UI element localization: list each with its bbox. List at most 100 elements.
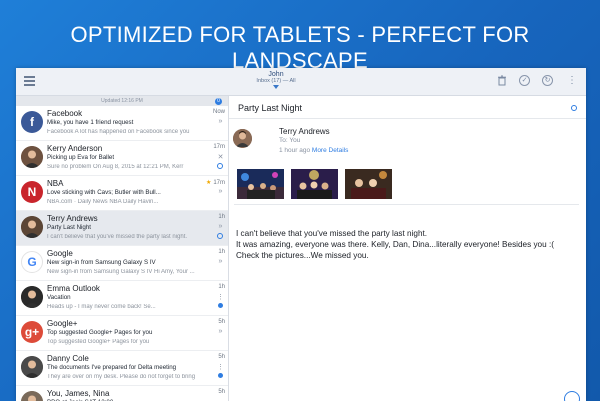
avatar-letter: f bbox=[30, 115, 34, 129]
more-details-link[interactable]: More Details bbox=[312, 147, 348, 154]
time-text: 5h bbox=[218, 354, 225, 360]
timestamp: 17m bbox=[213, 144, 225, 150]
avatar[interactable]: G bbox=[21, 251, 43, 273]
divider bbox=[234, 204, 579, 205]
unread-toggle-icon[interactable] bbox=[571, 105, 577, 111]
to-value: You bbox=[289, 137, 301, 144]
time-ago: 1 hour ago bbox=[279, 147, 311, 154]
avatar[interactable]: g+ bbox=[21, 321, 43, 343]
subject: Love sticking with Cavs; Butler with Bul… bbox=[47, 189, 161, 196]
unread-dot-icon[interactable] bbox=[218, 303, 223, 308]
time-text: Now bbox=[212, 109, 225, 115]
body-line: It was amazing, everyone was there. Kell… bbox=[236, 240, 554, 249]
row-action-icon[interactable]: ⋮ bbox=[217, 293, 224, 301]
preview: Heads up - I may never come back! Se... bbox=[47, 304, 156, 310]
avatar[interactable] bbox=[21, 286, 43, 308]
list-item[interactable]: f Facebook Mike, you have 1 friend request… bbox=[16, 106, 228, 141]
sender-name: Google+ bbox=[47, 319, 78, 328]
preview: New sign-in from Samsung Galaxy S IV Hi … bbox=[47, 269, 195, 275]
subject: Party Last Night bbox=[47, 224, 92, 231]
list-item[interactable]: N NBA Love sticking with Cavs; Butler with… bbox=[16, 176, 228, 211]
row-action-icon[interactable]: ⋮ bbox=[217, 363, 224, 371]
time-text: 17m bbox=[213, 180, 225, 186]
list-item[interactable]: G Google New sign-in from Samsung Galaxy S… bbox=[16, 246, 228, 281]
photo-attachment[interactable] bbox=[237, 169, 284, 199]
avatar[interactable] bbox=[21, 146, 43, 168]
updated-label: Updated 12:16 PM bbox=[101, 98, 143, 104]
compose-button[interactable] bbox=[564, 391, 580, 401]
subject: Top suggested Google+ Pages for you bbox=[47, 329, 153, 336]
timestamp: 5h bbox=[218, 354, 225, 360]
sender-name: You, James, Nina bbox=[47, 389, 110, 398]
sender-name: NBA bbox=[47, 179, 64, 188]
preview: They are over on my desk. Please do not … bbox=[47, 374, 196, 380]
list-item[interactable]: Kerry Anderson Picking up Eva for Ballet S… bbox=[16, 141, 228, 176]
trash-icon[interactable] bbox=[496, 75, 508, 87]
avatar[interactable]: f bbox=[21, 111, 43, 133]
reading-pane: Party Last Night Terry Andrews To: You 1… bbox=[229, 96, 586, 401]
time-text: 5h bbox=[218, 389, 225, 395]
sender-name: Terry Andrews bbox=[47, 214, 98, 223]
subject: Mike, you have 1 friend request bbox=[47, 119, 134, 126]
star-icon[interactable]: ★ bbox=[206, 180, 211, 186]
list-item[interactable]: Terry Andrews Party Last Night I can't bel… bbox=[16, 211, 228, 246]
message-body: I can't believe that you've missed the p… bbox=[236, 228, 554, 261]
sender-name[interactable]: Terry Andrews bbox=[279, 127, 330, 136]
chevron-down-icon bbox=[273, 85, 279, 89]
unread-dot-icon[interactable] bbox=[218, 373, 223, 378]
avatar-letter: N bbox=[27, 185, 37, 199]
body-line: Check the pictures...We missed you. bbox=[236, 251, 369, 260]
row-action-icon[interactable]: » bbox=[217, 223, 224, 230]
list-item[interactable]: Emma Outlook Vacation Heads up - I may nev… bbox=[16, 281, 228, 316]
sender-name: Kerry Anderson bbox=[47, 144, 103, 153]
avatar[interactable] bbox=[233, 129, 252, 148]
time-text: 17m bbox=[213, 144, 225, 150]
to-label: To: bbox=[279, 137, 288, 144]
sender-name: Facebook bbox=[47, 109, 83, 118]
timestamp: Now bbox=[213, 109, 225, 115]
recipient-line: To: You bbox=[279, 137, 300, 144]
body-line: I can't believe that you've missed the p… bbox=[236, 229, 428, 238]
avatar[interactable] bbox=[21, 356, 43, 378]
row-action-icon[interactable]: » bbox=[217, 188, 224, 195]
photo-attachment[interactable] bbox=[291, 169, 338, 199]
photo-attachment[interactable] bbox=[345, 169, 392, 199]
message-list: Updated 12:16 PM 0 f Facebook Mike, you ha… bbox=[16, 96, 229, 401]
sender-name: Danny Cole bbox=[47, 354, 89, 363]
timestamp: 1h bbox=[218, 214, 225, 220]
preview: Facebook A lot has happened on Facebook … bbox=[47, 129, 190, 135]
avatar-letter: g+ bbox=[24, 325, 40, 339]
row-action-icon[interactable]: » bbox=[217, 118, 224, 125]
snooze-icon[interactable]: ↻ bbox=[542, 75, 553, 86]
time-text: 5h bbox=[218, 319, 225, 325]
row-action-icon[interactable]: » bbox=[217, 328, 224, 335]
account-switcher[interactable]: John Inbox (17) — All bbox=[246, 71, 306, 89]
unread-toggle-icon[interactable] bbox=[217, 163, 223, 169]
message-meta: 1 hour ago More Details bbox=[279, 147, 348, 154]
unread-toggle-icon[interactable] bbox=[217, 233, 223, 239]
menu-icon[interactable] bbox=[24, 76, 35, 86]
top-toolbar: John Inbox (17) — All ✓ ↻ ⋮ bbox=[16, 68, 586, 96]
row-action-icon[interactable]: ✕ bbox=[217, 153, 224, 161]
more-vert-icon[interactable]: ⋮ bbox=[566, 75, 578, 87]
sender-name: Google bbox=[47, 249, 73, 258]
check-circle-icon[interactable]: ✓ bbox=[519, 75, 530, 86]
account-folder: Inbox (17) — All bbox=[256, 78, 296, 84]
timestamp: 5h bbox=[218, 319, 225, 325]
preview: NBA.com · Daily News NBA Daily Havin... bbox=[47, 199, 159, 205]
avatar[interactable] bbox=[21, 391, 43, 401]
avatar[interactable]: N bbox=[21, 181, 43, 203]
timestamp: ★ 17m bbox=[206, 179, 225, 186]
unread-badge: 0 bbox=[215, 97, 222, 105]
row-action-icon[interactable]: » bbox=[217, 258, 224, 265]
preview: I can't believe that you've missed the p… bbox=[47, 234, 188, 240]
avatar[interactable] bbox=[21, 216, 43, 238]
time-text: 1h bbox=[218, 284, 225, 290]
subject: The documents I've prepared for Delta me… bbox=[47, 364, 177, 371]
list-item[interactable]: Danny Cole The documents I've prepared fo… bbox=[16, 351, 228, 386]
timestamp: 1h bbox=[218, 284, 225, 290]
message-subject: Party Last Night bbox=[238, 103, 303, 113]
list-item[interactable]: You, James, NinaBBQ at Joe's SAT 12:005h bbox=[16, 386, 228, 401]
list-item[interactable]: g+ Google+ Top suggested Google+ Pages for… bbox=[16, 316, 228, 351]
subject: Vacation bbox=[47, 294, 71, 301]
